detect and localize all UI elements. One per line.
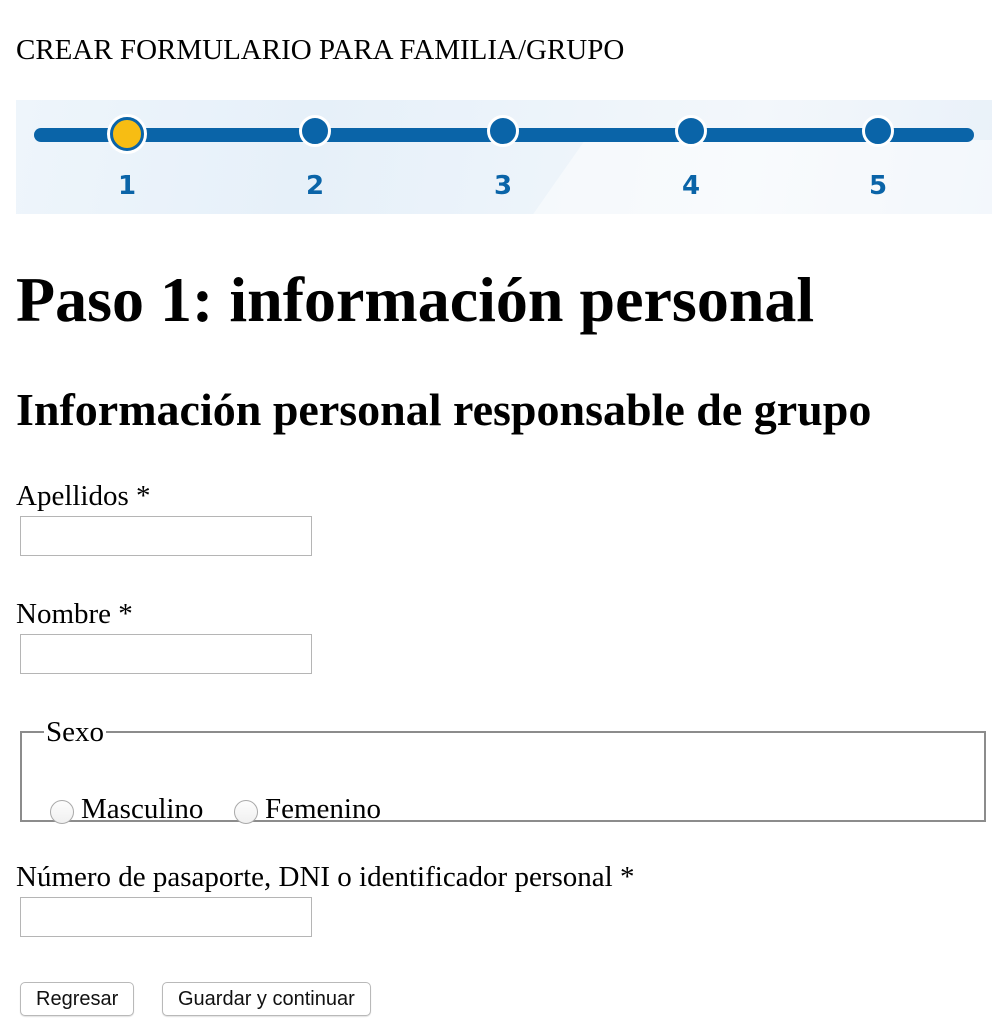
femenino-label[interactable]: Femenino	[265, 792, 381, 826]
step-3-dot	[487, 115, 519, 147]
apellidos-label: Apellidos *	[16, 480, 151, 512]
nombre-input[interactable]	[20, 634, 312, 674]
stepper-background-decoration	[486, 140, 992, 214]
progress-stepper: 1 2 3 4 5	[16, 100, 992, 214]
step-1-number: 1	[117, 171, 137, 201]
radio-option-femenino[interactable]: Femenino	[234, 792, 381, 826]
save-continue-button[interactable]: Guardar y continuar	[162, 982, 371, 1016]
radio-option-masculino[interactable]: Masculino	[50, 792, 203, 826]
sexo-fieldset: Sexo Masculino Femenino	[20, 716, 986, 825]
step-title: Paso 1: información personal	[16, 264, 815, 335]
step-4-number: 4	[681, 171, 701, 201]
step-2-dot	[299, 115, 331, 147]
step-1-dot-current	[110, 117, 144, 151]
page-header: CREAR FORMULARIO PARA FAMILIA/GRUPO	[16, 34, 625, 66]
documento-input[interactable]	[20, 897, 312, 937]
section-title: Información personal responsable de grup…	[16, 384, 872, 435]
femenino-radio[interactable]	[234, 800, 258, 824]
step-2-number: 2	[305, 171, 325, 201]
sexo-legend: Sexo	[46, 716, 104, 748]
nombre-label: Nombre *	[16, 598, 133, 630]
step-5-number: 5	[868, 171, 888, 201]
documento-label: Número de pasaporte, DNI o identificador…	[16, 861, 635, 893]
masculino-radio[interactable]	[50, 800, 74, 824]
step-4-dot	[675, 115, 707, 147]
step-5-dot	[862, 115, 894, 147]
step-3-number: 3	[493, 171, 513, 201]
apellidos-input[interactable]	[20, 516, 312, 556]
masculino-label[interactable]: Masculino	[81, 792, 203, 826]
back-button[interactable]: Regresar	[20, 982, 135, 1016]
